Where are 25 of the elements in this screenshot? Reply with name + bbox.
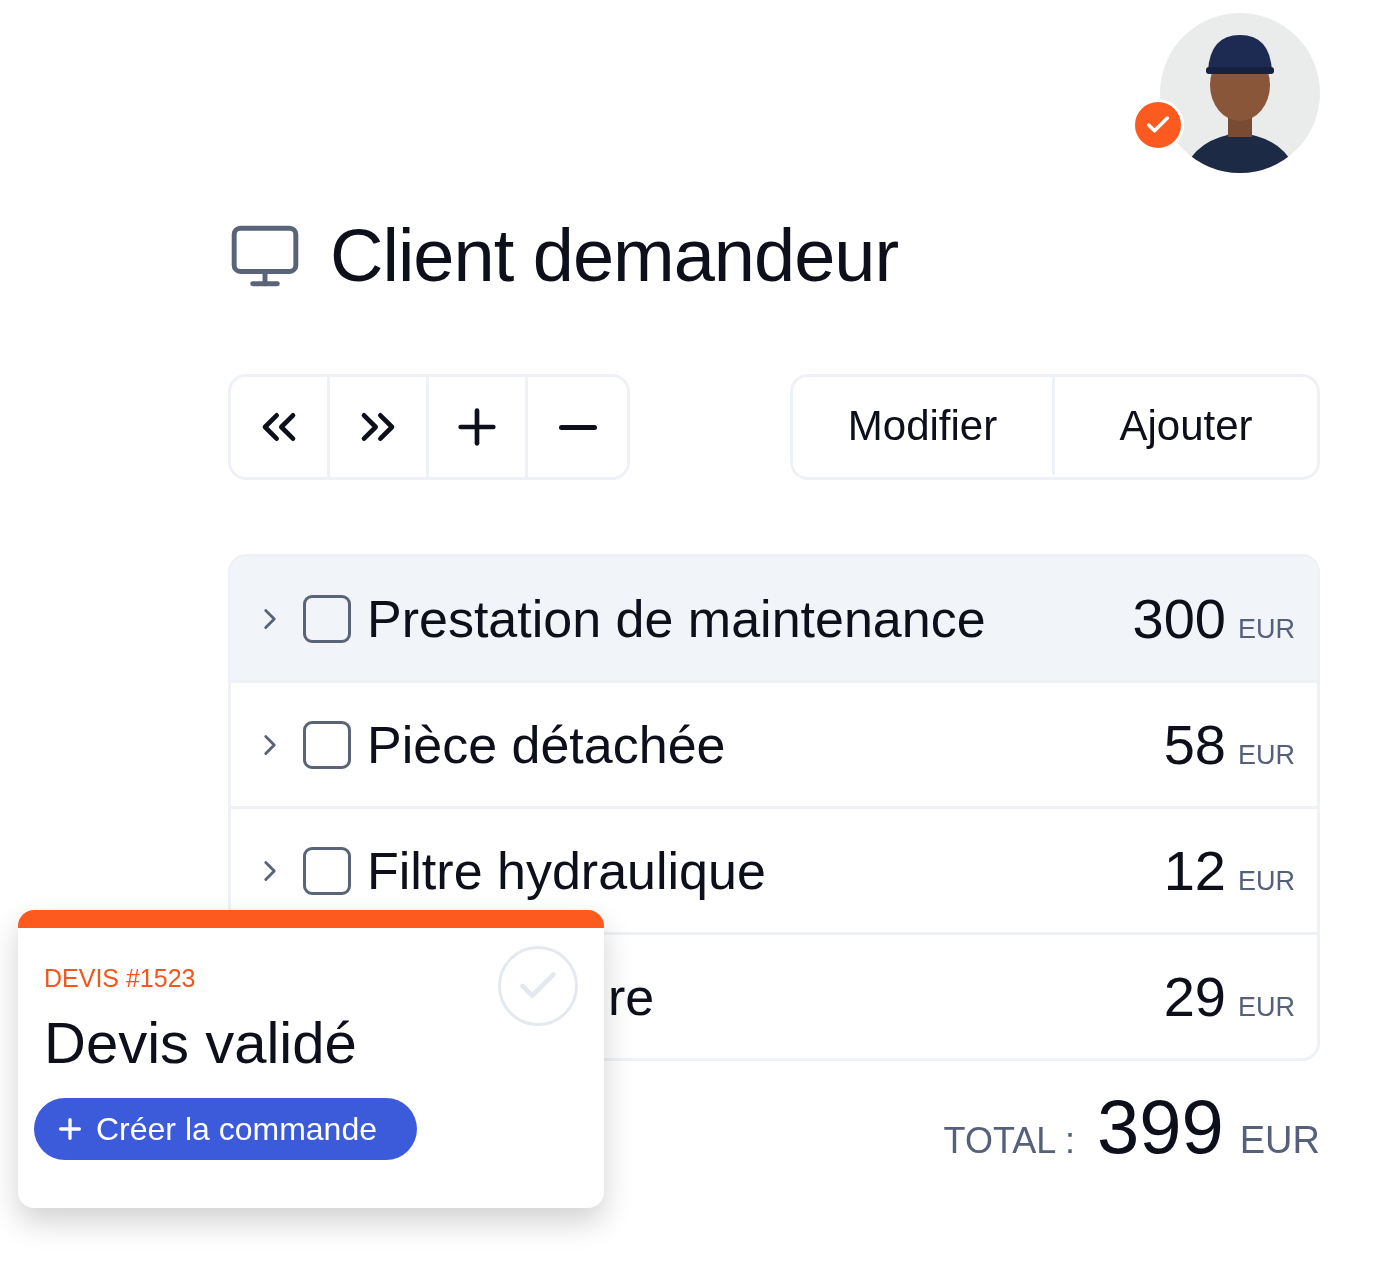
item-amount: 12 [1163, 838, 1226, 903]
item-amount: 300 [1132, 586, 1226, 651]
item-label: re [608, 966, 655, 1027]
checkbox[interactable] [303, 594, 351, 643]
item-amount: 58 [1163, 712, 1226, 777]
currency-label: EUR [1238, 614, 1295, 645]
item-label: Pièce détachée [367, 714, 726, 775]
page-title: Client demandeur [330, 213, 899, 298]
item-label: Filtre hydraulique [367, 840, 766, 901]
create-order-button[interactable]: Créer la commande [34, 1098, 417, 1160]
double-chevron-left-button[interactable] [231, 377, 330, 477]
currency-label: EUR [1238, 866, 1295, 897]
item-row[interactable]: Prestation de maintenance 300 EUR [231, 557, 1317, 683]
quote-reference: DEVIS #1523 [44, 964, 197, 993]
action-button[interactable]: Modifier [793, 377, 1055, 475]
currency-label: EUR [1239, 1119, 1320, 1162]
currency-label: EUR [1238, 740, 1295, 771]
item-label: Prestation de maintenance [367, 588, 986, 649]
minus-icon [558, 424, 597, 430]
item-amount: 29 [1163, 964, 1226, 1029]
total-amount: 399 [1096, 1083, 1224, 1170]
total-label: TOTAL : [943, 1120, 1075, 1162]
checkbox[interactable] [303, 720, 351, 769]
currency-label: EUR [1238, 992, 1295, 1023]
checkbox[interactable] [303, 846, 351, 895]
